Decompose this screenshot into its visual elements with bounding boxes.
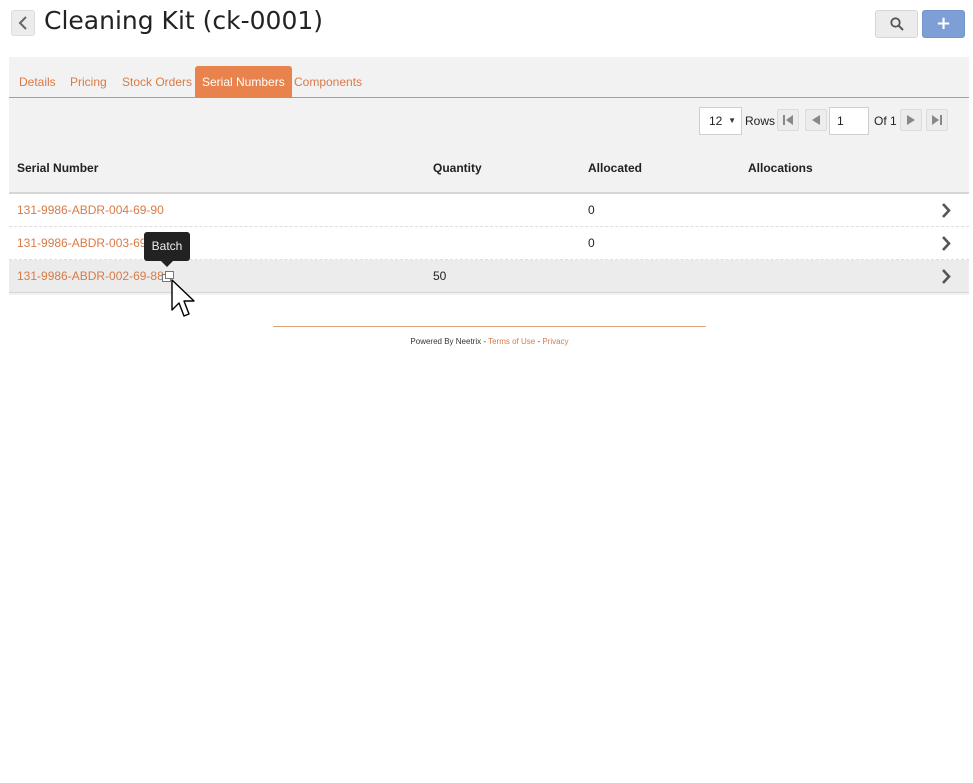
column-header-quantity[interactable]: Quantity (433, 149, 482, 187)
batch-tooltip: Batch (144, 232, 190, 267)
serial-number-link[interactable]: 131-9986-ABDR-002-69-88 (17, 260, 164, 293)
chevron-right-icon[interactable] (939, 268, 953, 285)
mouse-cursor-icon (171, 279, 195, 317)
last-page-button[interactable] (926, 109, 948, 131)
allocated-cell: 0 (588, 236, 595, 250)
search-icon (889, 17, 904, 31)
column-header-allocations[interactable]: Allocations (748, 149, 813, 187)
next-page-button[interactable] (900, 109, 922, 131)
allocated-cell: 0 (588, 203, 595, 217)
page-footer: Powered By Neetrix - Terms of Use - Priv… (273, 337, 706, 346)
search-button[interactable] (875, 10, 918, 38)
first-page-button[interactable] (777, 109, 799, 131)
tab-components[interactable]: Components (287, 66, 369, 98)
rows-per-page-value: 12 (709, 114, 723, 128)
next-page-icon (907, 115, 915, 125)
table-row[interactable]: 131-9986-ABDR-004-69-90 0 (9, 194, 969, 227)
first-page-icon (783, 115, 793, 125)
tab-details[interactable]: Details (12, 66, 63, 98)
serial-number-link[interactable]: 131-9986-ABDR-003-69-89 (17, 227, 164, 260)
caret-down-icon: ▼ (728, 116, 736, 125)
table-row[interactable]: 131-9986-ABDR-002-69-88 50 (9, 260, 969, 293)
page-title: Cleaning Kit (ck-0001) (44, 6, 324, 35)
footer-divider (273, 326, 706, 327)
tab-serial-numbers[interactable]: Serial Numbers (195, 66, 292, 98)
terms-of-use-link[interactable]: Terms of Use (488, 337, 535, 346)
chevron-right-icon[interactable] (939, 202, 953, 219)
rows-per-page-select[interactable]: 12 ▼ (699, 107, 742, 135)
column-header-allocated[interactable]: Allocated (588, 149, 642, 187)
previous-page-button[interactable] (805, 109, 827, 131)
previous-page-icon (812, 115, 820, 125)
serial-number-link[interactable]: 131-9986-ABDR-004-69-90 (17, 194, 164, 227)
page-count-label: Of 1 (874, 114, 897, 128)
chevron-left-icon (18, 16, 27, 30)
quantity-cell: 50 (433, 269, 447, 283)
page-header: Cleaning Kit (ck-0001) + (0, 0, 973, 50)
column-header-serial-number[interactable]: Serial Number (17, 149, 98, 187)
page-number-input[interactable]: 1 (829, 107, 869, 135)
table-header: Serial Number Quantity Allocated Allocat… (9, 149, 969, 194)
tab-pricing[interactable]: Pricing (63, 66, 114, 98)
add-button[interactable]: + (922, 10, 965, 38)
powered-by-text: Powered By Neetrix - (410, 337, 489, 346)
tab-bar: Details Pricing Stock Orders Serial Numb… (9, 66, 969, 98)
back-button[interactable] (11, 10, 35, 36)
last-page-icon (932, 115, 942, 125)
chevron-right-icon[interactable] (939, 235, 953, 252)
tab-stock-orders[interactable]: Stock Orders (115, 66, 199, 98)
rows-label: Rows (745, 114, 776, 128)
privacy-link[interactable]: Privacy (542, 337, 568, 346)
